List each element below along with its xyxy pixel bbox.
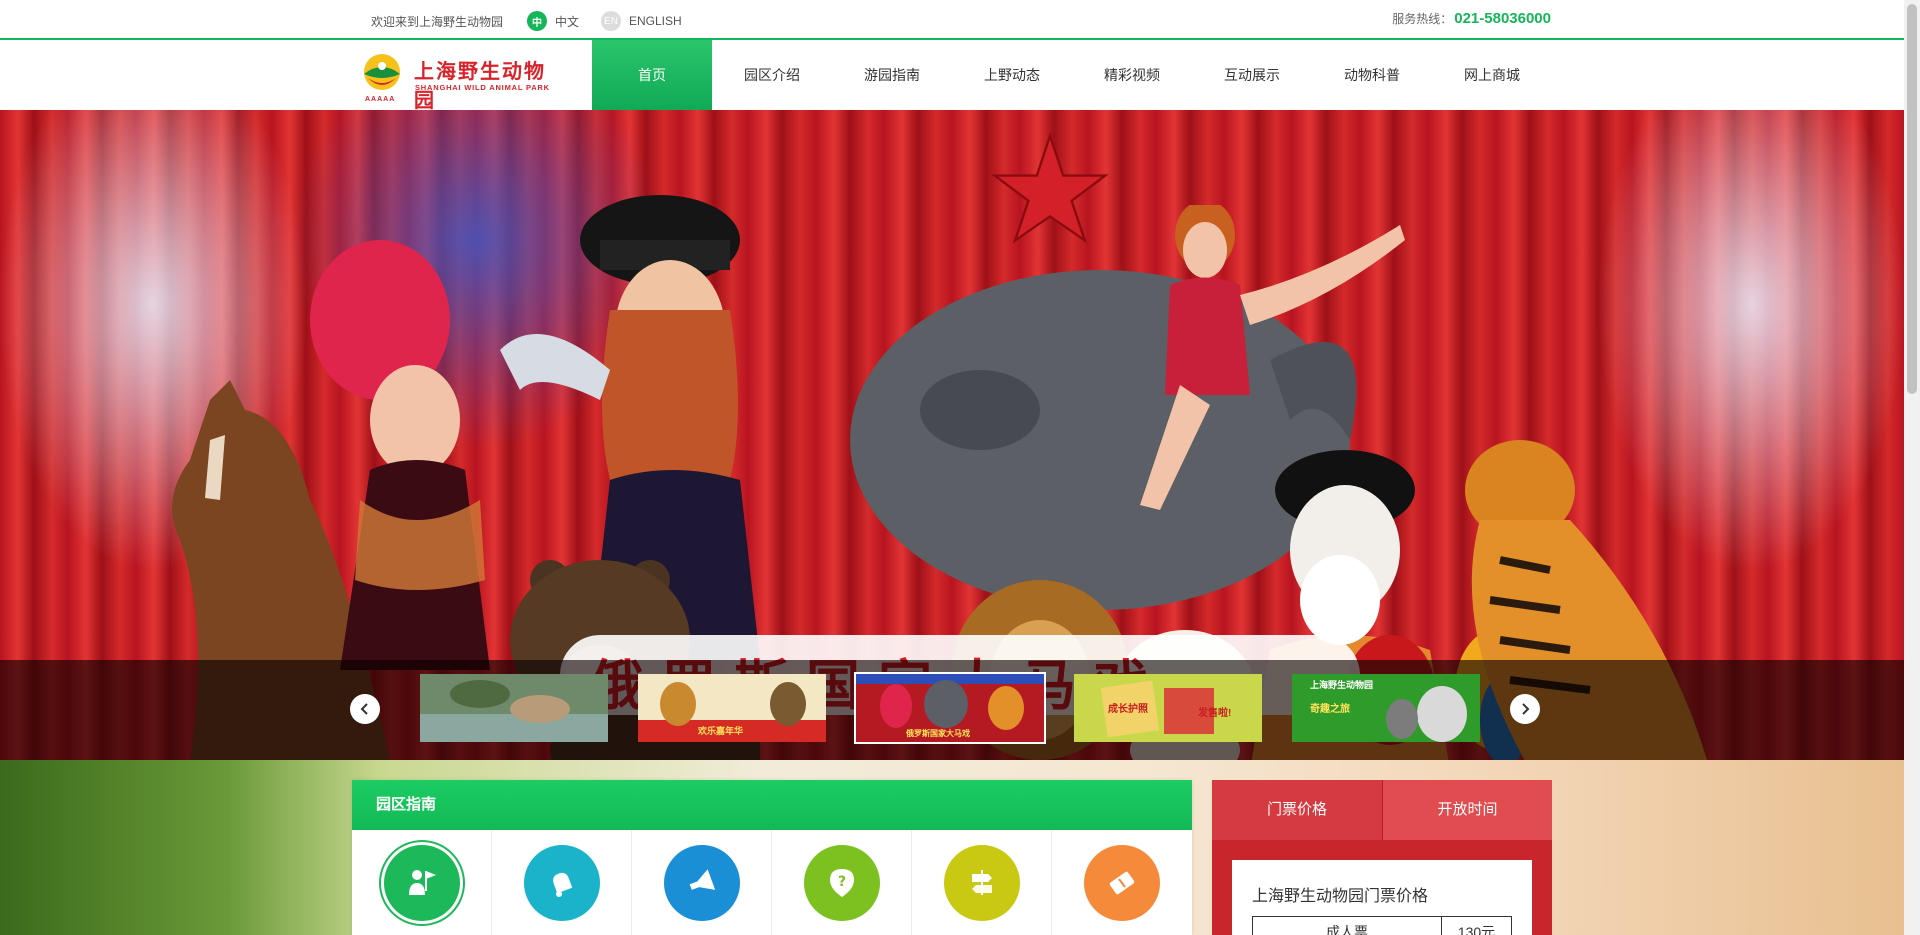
ticket-price-content: 上海野生动物园门票价格 成人票 130元	[1232, 860, 1532, 935]
logo-english-name: SHANGHAI WILD ANIMAL PARK	[415, 83, 550, 92]
lang-english-label: ENGLISH	[629, 14, 682, 28]
hotline-label: 服务热线：	[1392, 12, 1453, 26]
main-navigation: 上海野生动物园 SHANGHAI WILD ANIMAL PARK AAAAA …	[0, 40, 1904, 112]
service-hotline: 服务热线： 021-58036000	[1392, 10, 1551, 27]
ticket-icon	[1084, 845, 1160, 921]
page-scrollbar[interactable]	[1904, 0, 1920, 935]
nav-item-park-intro[interactable]: 园区介绍	[712, 40, 832, 110]
park-guide-icons: ?	[352, 830, 1192, 935]
thumb-growth-book[interactable]: 成长护照 发售啦!	[1072, 672, 1264, 744]
banner-thumbnail-strip: 欢乐嘉年华 俄罗斯国家大马戏 成长护照 发售啦! 上海野生动物园 奇趣之旅	[0, 660, 1904, 760]
thumb-lemur-subtitle: 奇趣之旅	[1310, 704, 1350, 715]
welcome-text: 欢迎来到上海野生动物园	[371, 15, 504, 29]
red-star-decoration	[991, 132, 1109, 244]
nav-menu: 首页 园区介绍 游园指南 上野动态 精彩视频 互动展示 动物科普 网上商城	[592, 40, 1552, 110]
thumb-circus[interactable]: 俄罗斯国家大马戏	[854, 672, 1046, 744]
lang-english-link[interactable]: EN ENGLISH	[601, 11, 682, 31]
ticket-price-table: 成人票 130元	[1252, 916, 1512, 935]
svg-text:?: ?	[837, 874, 845, 890]
table-row: 成人票 130元	[1252, 916, 1512, 935]
signpost-icon	[943, 845, 1020, 921]
ticket-price-title: 上海野生动物园门票价格	[1252, 888, 1429, 905]
help-icon: ?	[803, 845, 880, 921]
nav-item-home[interactable]: 首页	[592, 40, 712, 110]
nav-item-videos[interactable]: 精彩视频	[1072, 40, 1192, 110]
bell-icon	[523, 845, 600, 921]
tab-ticket-price[interactable]: 门票价格	[1212, 780, 1382, 840]
chevron-left-icon	[360, 703, 368, 715]
nav-item-visit-guide[interactable]: 游园指南	[832, 40, 952, 110]
nav-item-online-shop[interactable]: 网上商城	[1432, 40, 1552, 110]
guide-item-route[interactable]	[912, 830, 1052, 935]
feather-dancer-figure	[310, 240, 490, 670]
nav-item-animal-science[interactable]: 动物科普	[1312, 40, 1432, 110]
park-guide-title: 园区指南	[352, 780, 1192, 830]
thumb-festival-caption: 欢乐嘉年华	[698, 726, 744, 736]
chevron-right-icon	[1522, 703, 1530, 715]
ticket-price-cell: 130元	[1441, 916, 1512, 935]
park-guide-panel: 园区指南 ?	[352, 780, 1192, 935]
thumb-circus-caption: 俄罗斯国家大马戏	[906, 729, 970, 738]
thumb-lemur-title: 上海野生动物园	[1310, 680, 1374, 690]
guide-item-notice[interactable]	[492, 830, 632, 935]
ticket-info-panel: 门票价格 开放时间 上海野生动物园门票价格 成人票 130元	[1212, 780, 1552, 935]
scrollbar-thumb[interactable]	[1907, 4, 1917, 394]
carousel-next-button[interactable]	[1510, 694, 1540, 724]
tab-opening-hours[interactable]: 开放时间	[1382, 780, 1552, 840]
hotline-number: 021-58036000	[1454, 10, 1551, 27]
nav-item-news[interactable]: 上野动态	[952, 40, 1072, 110]
guide-item-visitor[interactable]	[352, 830, 492, 935]
carousel-prev-button[interactable]	[350, 694, 380, 724]
english-badge-icon: EN	[601, 11, 621, 31]
nav-item-interactive[interactable]: 互动展示	[1192, 40, 1312, 110]
thumb-growth-image	[1074, 674, 1262, 742]
ticket-tabs: 门票价格 开放时间	[1212, 780, 1552, 840]
thumb-lemur[interactable]: 上海野生动物园 奇趣之旅	[1290, 672, 1482, 744]
top-utility-bar: 欢迎来到上海野生动物园 中 中文 EN ENGLISH 服务热线： 021-580…	[0, 0, 1904, 40]
thumb-festival[interactable]: 欢乐嘉年华	[636, 672, 828, 744]
thumb-growth-subcaption: 发售啦!	[1198, 708, 1232, 719]
chinese-badge-icon: 中	[527, 11, 547, 31]
lang-chinese-link[interactable]: 中 中文	[527, 11, 579, 31]
park-emblem-icon	[364, 54, 400, 90]
visitor-guide-icon	[383, 845, 460, 921]
lang-chinese-label: 中文	[555, 14, 580, 29]
guide-item-faq[interactable]: ?	[772, 830, 912, 935]
megaphone-icon	[663, 845, 740, 921]
site-logo[interactable]: 上海野生动物园 SHANGHAI WILD ANIMAL PARK AAAAA	[362, 50, 567, 112]
ticket-type-cell: 成人票	[1252, 916, 1442, 935]
thumb-growth-caption: 成长护照	[1108, 704, 1148, 715]
logo-rating: AAAAA	[365, 96, 396, 103]
guide-item-tickets[interactable]	[1052, 830, 1192, 935]
thumb-pond-image	[420, 674, 608, 742]
thumb-animals-pond[interactable]	[418, 672, 610, 744]
guide-item-announcement[interactable]	[632, 830, 772, 935]
